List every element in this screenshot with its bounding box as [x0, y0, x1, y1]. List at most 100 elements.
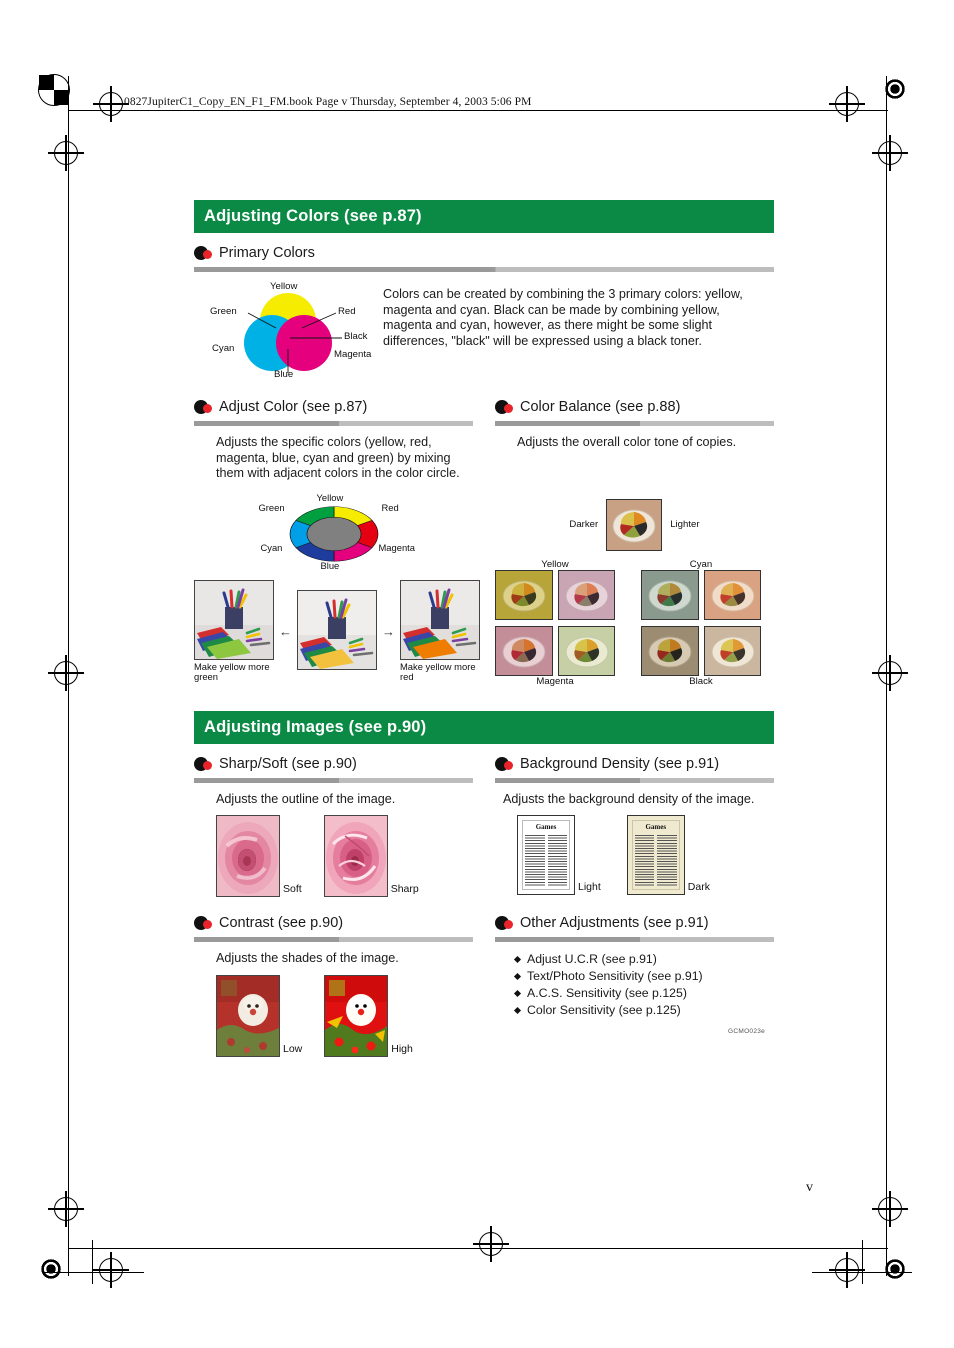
bullet-icon — [495, 400, 515, 414]
subsection-label: Sharp/Soft (see p.90) — [219, 755, 357, 772]
diamond-bullet-icon — [513, 956, 522, 964]
registration-target-bottom-center — [473, 1226, 509, 1262]
crop-line-top — [68, 110, 888, 111]
registration-dot-bottom-left — [40, 1258, 62, 1280]
arrow-left-icon: ← — [279, 623, 292, 639]
primary-colors-description: Colors can be created by combining the 3… — [383, 287, 743, 348]
color-balance-label-lighter: Lighter — [670, 519, 700, 531]
venn-label-red: Red — [338, 306, 356, 317]
venn-label-black: Black — [344, 331, 368, 342]
subsection-label: Background Density (see p.91) — [520, 755, 720, 772]
bullet-icon — [194, 246, 214, 260]
section-divider — [194, 777, 473, 783]
registration-target-mid-left — [48, 135, 84, 171]
subsection-title-primary-colors: Primary Colors — [194, 245, 774, 261]
section-banner-adjusting-images: Adjusting Images (see p.90) — [194, 710, 774, 744]
plate-photo-magenta-dark — [495, 625, 553, 676]
pencil-photo-original — [297, 590, 377, 671]
registration-dot-top-right — [884, 78, 906, 100]
primary-colors-row: Yellow Green Red Black Cyan Magenta Blue… — [194, 281, 774, 381]
color-balance-top-groups: Yellow Cyan — [495, 559, 774, 620]
rose-photo-sharp — [323, 815, 388, 898]
section-banner-adjusting-colors: Adjusting Colors (see p.87) — [194, 200, 774, 233]
registration-target-bottom-left — [48, 1191, 84, 1227]
registration-target-mid-right — [872, 135, 908, 171]
subsection-label: Adjust Color (see p.87) — [219, 399, 368, 415]
page-content: Adjusting Colors (see p.87) Primary Colo… — [194, 200, 774, 1057]
santa-photo-low — [216, 974, 280, 1057]
subsection-title-adjust-color: Adjust Color (see p.87) — [194, 399, 473, 415]
pencil-photo-strip: Make yellow more green ← → Make yellow m… — [194, 579, 480, 683]
registration-target-bottom-right — [872, 1191, 908, 1227]
color-balance-bottom-groups: Magenta Black — [495, 625, 774, 687]
plate-photo-yellow-light — [557, 569, 615, 620]
list-item: Adjust U.C.R (see p.91) — [513, 951, 774, 968]
pencil-photo-caption-red: Make yellow more red — [400, 660, 476, 683]
wheel-label-green: Green — [258, 501, 285, 513]
section-divider — [495, 421, 774, 426]
color-balance-group-label: Black — [689, 675, 713, 687]
primary-colors-venn-diagram: Yellow Green Red Black Cyan Magenta Blue — [194, 281, 379, 381]
diamond-bullet-icon — [513, 990, 522, 998]
figure-code: GCMO023e — [728, 1028, 766, 1035]
subsection-title-background-density: Background Density (see p.91) — [495, 756, 774, 772]
pencil-photo-caption-green: Make yellow more green — [194, 660, 270, 683]
plate-photo-cyan-dark — [641, 569, 699, 620]
document-photo-light: Games — [517, 815, 575, 896]
venn-label-blue: Blue — [274, 369, 294, 380]
wheel-label-yellow: Yellow — [316, 491, 344, 503]
rose-label-sharp: Sharp — [390, 883, 419, 896]
document-label-light: Light — [578, 881, 601, 894]
crop-line-inner-left — [92, 1240, 93, 1284]
rose-image-pair: Soft Sharp — [194, 815, 473, 898]
registration-target-lower-left — [48, 655, 84, 691]
bullet-icon — [495, 916, 515, 931]
subsection-label: Primary Colors — [219, 245, 315, 261]
subsection-title-contrast: Contrast (see p.90) — [194, 915, 473, 931]
color-balance-group-cyan: Cyan — [641, 559, 761, 620]
color-balance-group-label: Cyan — [689, 558, 713, 570]
bullet-icon — [495, 756, 515, 771]
plate-photo-yellow-dark — [495, 569, 553, 620]
color-balance-description: Adjusts the overall color tone of copies… — [517, 435, 737, 449]
color-circle-diagram: Yellow Red Magenta Blue Cyan Green — [249, 492, 419, 572]
plate-photo-normal — [606, 498, 663, 551]
adjust-color-description: Adjusts the specific colors (yellow, red… — [216, 435, 460, 481]
list-item: Text/Photo Sensitivity (see p.91) — [513, 968, 774, 985]
sharp-background-row: Sharp/Soft (see p.90) Adjusts the outlin… — [194, 756, 774, 898]
sharp-soft-description: Adjusts the outline of the image. — [216, 791, 396, 806]
bullet-icon — [194, 400, 214, 414]
plate-photo-magenta-light — [557, 625, 615, 676]
list-item-label: Adjust U.C.R (see p.91) — [527, 952, 657, 967]
crop-line-inner-right — [862, 1240, 863, 1284]
contrast-image-pair: Low High — [194, 974, 473, 1057]
plate-photo-black-light — [703, 625, 761, 676]
plate-photo-cyan-light — [703, 569, 761, 620]
bullet-icon — [194, 916, 214, 931]
list-item-label: A.C.S. Sensitivity (see p.125) — [527, 986, 687, 1001]
subsection-label: Other Adjustments (see p.91) — [520, 915, 709, 932]
registration-target-bottom-inner-left — [93, 1252, 129, 1288]
list-item: A.C.S. Sensitivity (see p.125) — [513, 985, 774, 1002]
registration-target-top-right — [829, 86, 865, 122]
crop-line-left — [68, 76, 69, 1276]
crop-line-inner-bottom-right — [812, 1272, 912, 1273]
pencil-photo-red — [400, 579, 480, 660]
registration-target-top-left — [93, 86, 129, 122]
diamond-bullet-icon — [513, 1007, 522, 1015]
background-density-description: Adjusts the background density of the im… — [503, 791, 755, 806]
wheel-label-magenta: Magenta — [378, 541, 415, 553]
venn-label-cyan: Cyan — [212, 343, 235, 354]
diamond-bullet-icon — [513, 973, 522, 981]
subsection-label: Contrast (see p.90) — [219, 915, 344, 932]
santa-label-high: High — [391, 1042, 413, 1055]
list-item-label: Color Sensitivity (see p.125) — [527, 1003, 681, 1018]
background-density-column: Background Density (see p.91) Adjusts th… — [495, 756, 774, 898]
manual-page: 0827JupiterC1_Copy_EN_F1_FM.book Page v … — [0, 0, 954, 1348]
venn-label-green: Green — [210, 306, 237, 317]
plate-photo-black-dark — [641, 625, 699, 676]
crop-line-inner-bottom — [44, 1272, 144, 1273]
venn-label-magenta: Magenta — [334, 349, 372, 360]
section-divider — [194, 937, 473, 943]
bullet-icon — [194, 756, 214, 771]
